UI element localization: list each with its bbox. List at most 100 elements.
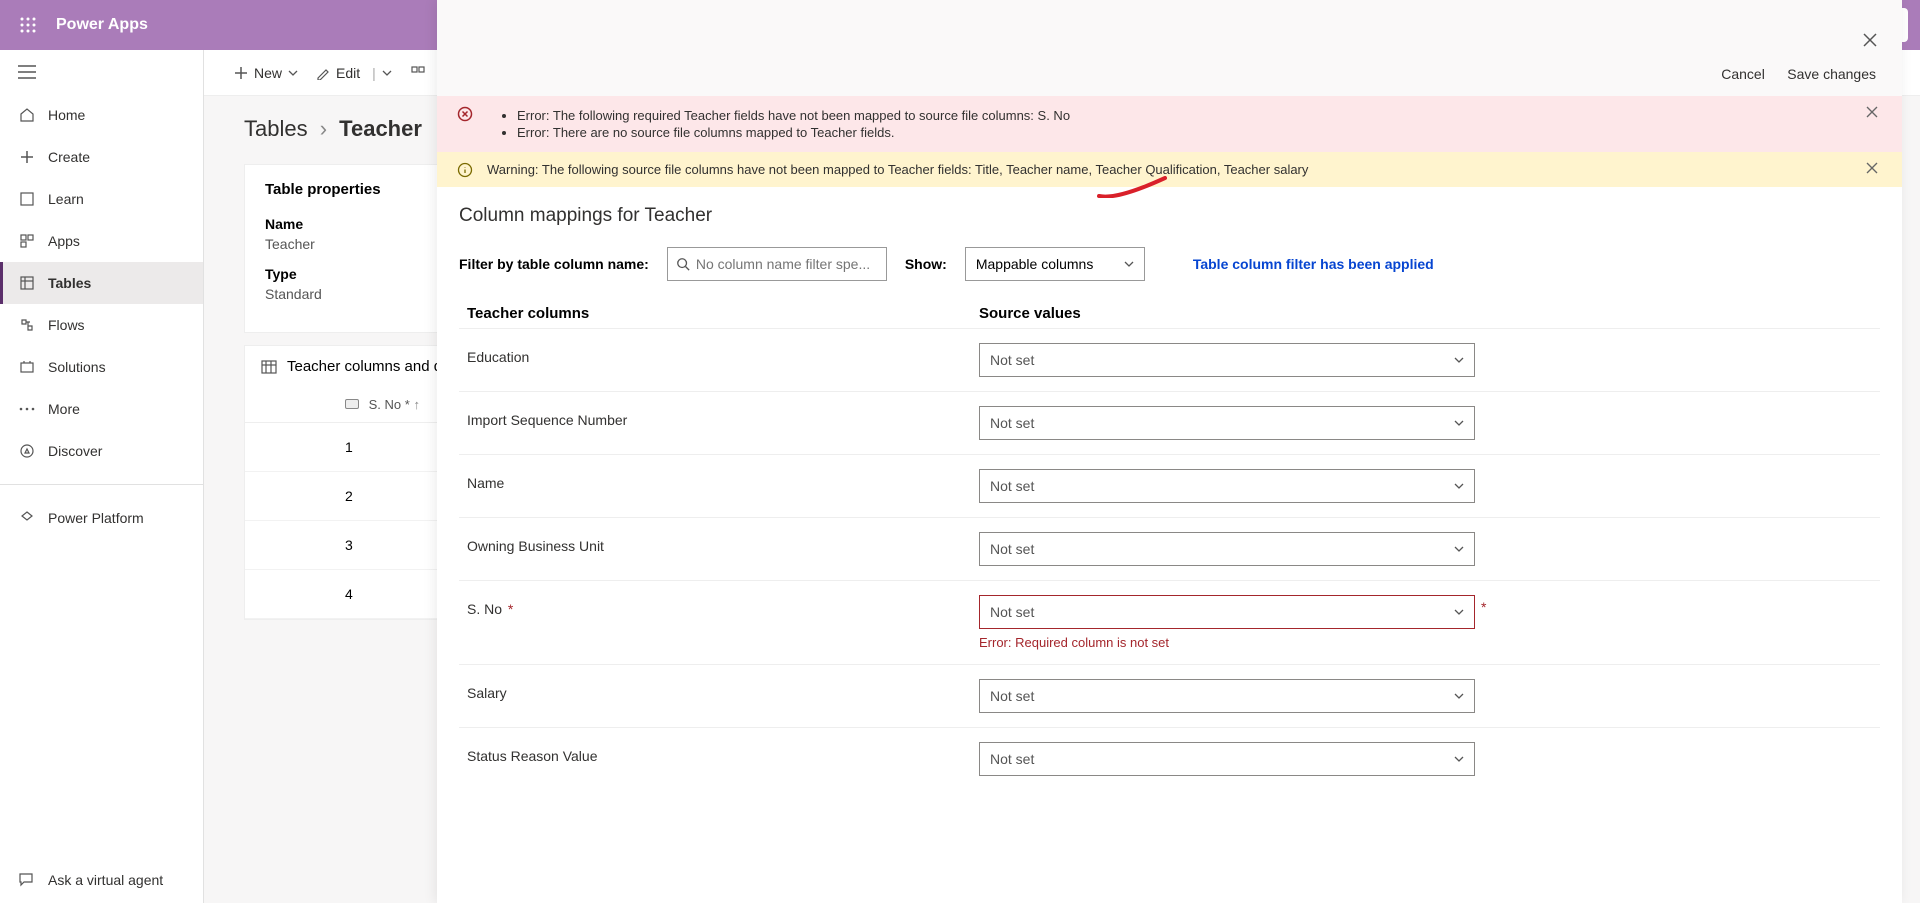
mapping-row: Status Reason Value Not set [459, 727, 1880, 790]
sidebar-item-solutions[interactable]: Solutions [0, 346, 203, 388]
sidebar-item-more[interactable]: More [0, 388, 203, 430]
filter-input-field[interactable] [696, 256, 878, 272]
sidebar-item-create[interactable]: Create [0, 136, 203, 178]
sidebar-item-label: Discover [48, 443, 102, 459]
edit-label: Edit [336, 65, 360, 81]
sidebar-item-learn[interactable]: Learn [0, 178, 203, 220]
row-error-text: Error: Required column is not set [979, 635, 1872, 650]
info-icon [457, 162, 473, 178]
sidebar-item-label: Solutions [48, 359, 106, 375]
mapping-label: S. No * [467, 595, 979, 617]
flow-icon [18, 316, 36, 334]
table-icon [261, 359, 277, 375]
sidebar-item-label: Learn [48, 191, 84, 207]
mapping-row: Owning Business Unit Not set [459, 517, 1880, 580]
solution-icon [18, 358, 36, 376]
dialog-close-button[interactable] [1858, 28, 1882, 52]
sidebar-item-home[interactable]: Home [0, 94, 203, 136]
filter-label: Filter by table column name: [459, 256, 649, 272]
chat-icon [18, 871, 36, 889]
platform-icon [18, 509, 36, 527]
source-select[interactable]: Not set [979, 595, 1475, 629]
chevron-down-icon [1454, 420, 1464, 426]
discover-icon [18, 442, 36, 460]
close-icon[interactable] [1866, 106, 1882, 122]
chevron-down-icon [1454, 357, 1464, 363]
sidebar-item-flows[interactable]: Flows [0, 304, 203, 346]
error-text: Error: There are no source file columns … [517, 125, 1852, 140]
chevron-down-icon [1454, 756, 1464, 762]
chevron-down-icon [1454, 609, 1464, 615]
edit-button[interactable]: Edit | [316, 65, 392, 81]
sidebar-item-power-platform[interactable]: Power Platform [0, 497, 203, 539]
mapping-row: Salary Not set [459, 664, 1880, 727]
book-icon [18, 190, 36, 208]
chevron-down-icon [382, 70, 392, 76]
sidebar-item-label: Tables [48, 275, 91, 291]
chevron-down-icon [1454, 483, 1464, 489]
search-icon [676, 257, 690, 271]
source-select[interactable]: Not set [979, 343, 1475, 377]
new-label: New [254, 65, 282, 81]
home-icon [18, 106, 36, 124]
mapping-table: Teacher columns Source values Education … [459, 299, 1880, 790]
save-changes-button[interactable]: Save changes [1787, 66, 1876, 82]
table-header-source: Source values [979, 305, 1081, 322]
mapping-row: Name Not set [459, 454, 1880, 517]
dialog-actions: Cancel Save changes [437, 0, 1902, 96]
chevron-down-icon [288, 70, 298, 76]
sidebar-item-label: Power Platform [48, 510, 144, 526]
filter-input[interactable] [667, 247, 887, 281]
chevron-down-icon [1454, 693, 1464, 699]
error-banner: Error: The following required Teacher fi… [437, 96, 1902, 152]
mappings-title: Column mappings for Teacher [459, 205, 1880, 227]
grid-icon[interactable] [410, 65, 426, 81]
source-select[interactable]: Not set [979, 469, 1475, 503]
filter-bar: Filter by table column name: Show: Mappa… [459, 247, 1880, 281]
filter-applied-text: Table column filter has been applied [1193, 256, 1434, 272]
plus-icon [18, 148, 36, 166]
source-select[interactable]: Not set [979, 742, 1475, 776]
mapping-label: Name [467, 469, 979, 491]
cancel-button[interactable]: Cancel [1721, 66, 1765, 82]
table-icon [18, 274, 36, 292]
show-value: Mappable columns [976, 256, 1094, 272]
error-icon [457, 106, 473, 122]
mapping-label: Import Sequence Number [467, 406, 979, 428]
sidebar-item-tables[interactable]: Tables [0, 262, 203, 304]
chevron-down-icon [1454, 546, 1464, 552]
source-select[interactable]: Not set [979, 406, 1475, 440]
waffle-icon[interactable] [12, 9, 44, 41]
app-title: Power Apps [56, 16, 148, 34]
show-select[interactable]: Mappable columns [965, 247, 1145, 281]
mapping-row: S. No * Not set * Error: Required column… [459, 580, 1880, 664]
required-star: * [1481, 599, 1486, 615]
ask-virtual-agent[interactable]: Ask a virtual agent [0, 857, 203, 903]
source-select[interactable]: Not set [979, 532, 1475, 566]
sidebar-item-label: More [48, 401, 80, 417]
table-header-teacher: Teacher columns [467, 305, 979, 322]
apps-icon [18, 232, 36, 250]
mapping-label: Salary [467, 679, 979, 701]
mapping-label: Education [467, 343, 979, 365]
sidebar-item-label: Create [48, 149, 90, 165]
breadcrumb-current: Teacher [339, 116, 422, 141]
show-label: Show: [905, 256, 947, 272]
warning-banner: Warning: The following source file colum… [437, 152, 1902, 187]
close-icon[interactable] [1866, 162, 1882, 178]
column-mappings-dialog: Cancel Save changes Error: The following… [437, 0, 1902, 903]
breadcrumb-root[interactable]: Tables [244, 116, 308, 141]
chevron-down-icon [1124, 261, 1134, 267]
sidebar-item-label: Flows [48, 317, 85, 333]
sidebar-item-apps[interactable]: Apps [0, 220, 203, 262]
hamburger-icon[interactable] [0, 50, 203, 94]
error-text: Error: The following required Teacher fi… [517, 108, 1852, 123]
sidebar-item-label: Apps [48, 233, 80, 249]
mapping-label: Owning Business Unit [467, 532, 979, 554]
more-icon [18, 400, 36, 418]
new-button[interactable]: New [234, 65, 298, 81]
sidebar-item-discover[interactable]: Discover [0, 430, 203, 472]
source-select[interactable]: Not set [979, 679, 1475, 713]
mapping-row: Import Sequence Number Not set [459, 391, 1880, 454]
warning-text: Warning: The following source file colum… [487, 162, 1308, 177]
